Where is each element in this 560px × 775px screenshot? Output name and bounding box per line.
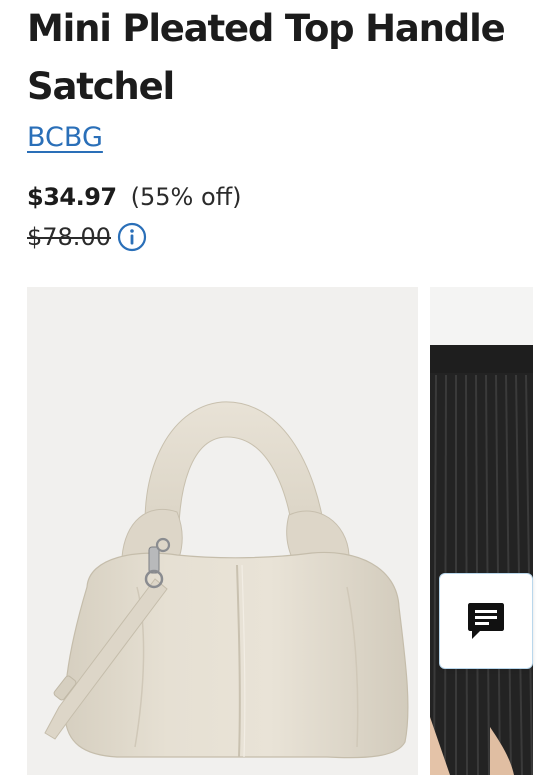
price-row: $34.97 (55% off): [27, 183, 242, 211]
original-price: $78.00: [27, 223, 111, 251]
brand-link[interactable]: BCBG: [27, 122, 103, 153]
info-icon[interactable]: [117, 222, 147, 252]
chat-button[interactable]: [439, 573, 533, 669]
product-image-next[interactable]: [430, 287, 533, 775]
skirt-image: [430, 287, 533, 775]
sale-price: $34.97: [27, 183, 117, 211]
chat-bubble-icon: [468, 603, 504, 639]
product-title: Mini Pleated Top Handle Satchel: [27, 7, 506, 108]
discount-percent: (55% off): [130, 183, 242, 211]
handbag-image: [44, 401, 409, 759]
original-price-row: $78.00: [27, 222, 147, 252]
product-image-main[interactable]: [27, 287, 418, 775]
